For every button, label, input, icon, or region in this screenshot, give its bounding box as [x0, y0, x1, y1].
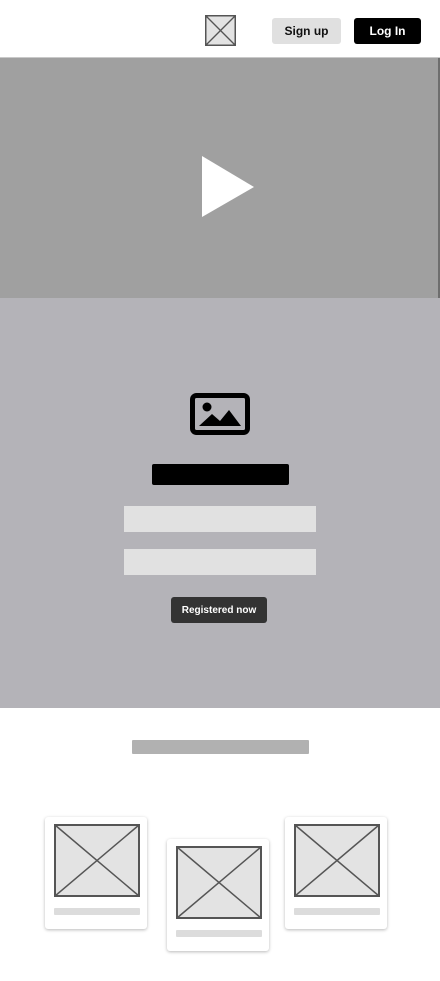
card[interactable]	[285, 817, 387, 929]
signup-button[interactable]: Sign up	[272, 18, 341, 44]
login-button[interactable]: Log In	[354, 18, 421, 44]
card-caption-placeholder	[294, 908, 380, 915]
register-title-placeholder	[152, 464, 289, 485]
card[interactable]	[167, 839, 269, 951]
card-caption-placeholder	[54, 908, 140, 915]
placeholder-image-icon	[294, 824, 380, 897]
image-icon	[190, 393, 250, 435]
placeholder-image-icon	[176, 846, 262, 919]
register-field-1[interactable]	[124, 506, 316, 532]
placeholder-image-icon	[54, 824, 140, 897]
register-button[interactable]: Registered now	[171, 597, 267, 623]
header: Sign up Log In	[0, 0, 440, 58]
register-field-2[interactable]	[124, 549, 316, 575]
play-icon[interactable]	[200, 156, 256, 218]
card[interactable]	[45, 817, 147, 929]
section-heading-placeholder	[132, 740, 309, 754]
video-player[interactable]	[0, 58, 440, 298]
placeholder-image-icon[interactable]	[205, 15, 236, 46]
register-section: Registered now	[0, 298, 440, 708]
card-caption-placeholder	[176, 930, 262, 937]
